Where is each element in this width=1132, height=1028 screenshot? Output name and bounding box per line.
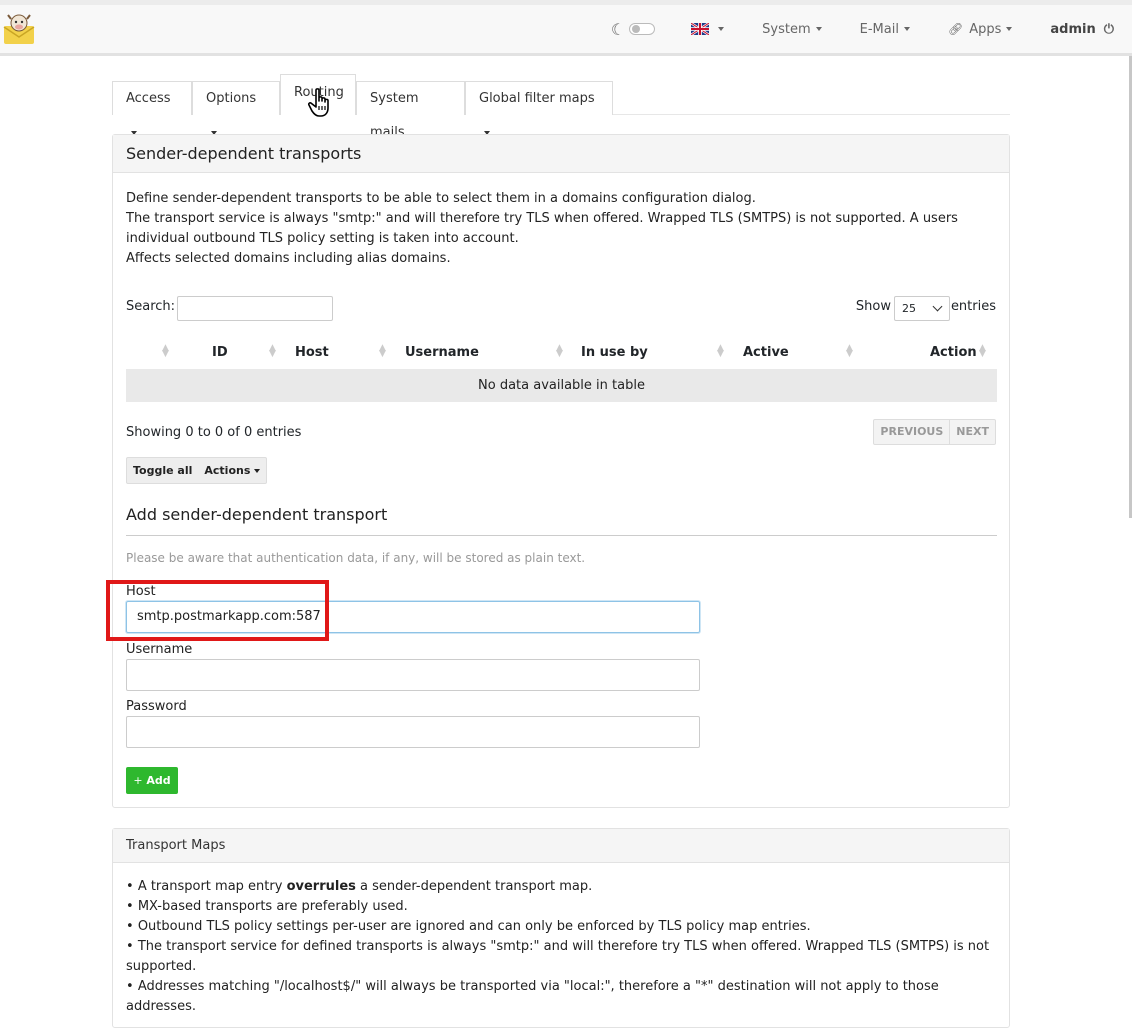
caret-down-icon: [1006, 27, 1013, 31]
page-size-value: 25: [902, 302, 916, 315]
list-item-text: The transport service for defined transp…: [126, 939, 990, 974]
list-item-text: Outbound TLS policy settings per-user ar…: [137, 919, 811, 934]
description-line: The transport service is always "smtp:" …: [126, 211, 958, 246]
page-size-select[interactable]: 25: [894, 296, 950, 321]
sort-icon[interactable]: ▲ ▼: [717, 344, 724, 359]
nav-email-label: E-Mail: [859, 21, 899, 37]
uk-flag-icon: [691, 23, 710, 35]
list-item: • A transport map entry overrules a send…: [126, 879, 593, 894]
entries-label: entries: [950, 299, 996, 314]
description-line: Affects selected domains including alias…: [126, 251, 451, 266]
tab-options[interactable]: Options: [192, 81, 280, 135]
nav-apps-label: Apps: [969, 21, 1002, 37]
hand-cursor-icon: [307, 88, 329, 117]
panel-description: Define sender-dependent transports to be…: [126, 189, 996, 269]
panel-title: Transport Maps: [113, 829, 1009, 863]
caret-down-icon: [254, 469, 261, 473]
list-item: • The transport service for defined tran…: [126, 939, 990, 974]
list-item-text: A transport map entry: [137, 879, 287, 894]
actions-dropdown[interactable]: Actions: [198, 458, 266, 483]
next-button[interactable]: NEXT: [949, 420, 995, 444]
transport-maps-panel: Transport Maps • A transport map entry o…: [112, 828, 1010, 1028]
username-input[interactable]: [126, 659, 700, 691]
toggle-switch[interactable]: [629, 23, 656, 35]
sort-icon[interactable]: ▲ ▼: [556, 344, 563, 359]
toggle-all-button[interactable]: Toggle all: [127, 458, 198, 483]
host-highlight-box: [106, 580, 329, 641]
column-active[interactable]: Active: [743, 345, 789, 360]
password-label: Password: [126, 699, 187, 714]
dark-mode-toggle[interactable]: ☾: [610, 19, 656, 39]
column-host[interactable]: Host: [295, 345, 329, 360]
link-icon: 🔗︎: [947, 22, 964, 36]
table-header: ▲ ▼ ID ▲ ▼ Host ▲ ▼ Username ▲ ▼ In use by ▲…: [126, 335, 997, 369]
add-button[interactable]: + Add: [126, 767, 178, 794]
bulk-actions: Toggle all Actions: [126, 457, 268, 484]
transport-maps-notes: • A transport map entry overrules a send…: [126, 877, 996, 1017]
nav-email-menu[interactable]: E-Mail: [860, 22, 910, 37]
tab-system-mails-label: System mails: [370, 91, 419, 140]
sender-dependent-transports-panel: Sender-dependent transports Define sende…: [112, 134, 1010, 808]
search-input[interactable]: [177, 296, 333, 321]
password-input[interactable]: [126, 716, 700, 748]
list-item-text: MX-based transports are preferably used.: [137, 899, 408, 914]
caret-down-icon: [718, 27, 725, 31]
list-item: • Outbound TLS policy settings per-user …: [126, 919, 811, 934]
actions-label: Actions: [204, 464, 251, 477]
tab-options-label: Options: [206, 91, 257, 106]
power-icon[interactable]: ⏻: [1104, 22, 1114, 37]
top-navbar: ☾ System E-Mail 🔗︎ Apps admin ⏻: [0, 0, 1132, 56]
username: admin: [1050, 21, 1096, 37]
tab-global-filter-maps[interactable]: Global filter maps: [465, 81, 613, 135]
list-item: • MX-based transports are preferably use…: [126, 899, 408, 914]
moon-icon: ☾: [610, 19, 626, 39]
column-in-use-by[interactable]: In use by: [581, 345, 648, 360]
column-username[interactable]: Username: [405, 345, 479, 360]
table-info: Showing 0 to 0 of 0 entries: [126, 425, 302, 440]
mailcow-logo[interactable]: [2, 12, 36, 46]
plus-icon: +: [133, 774, 143, 787]
tab-system-mails[interactable]: System mails: [356, 81, 465, 140]
previous-button[interactable]: PREVIOUS: [874, 420, 949, 444]
list-item-emphasis: overrules: [286, 879, 356, 894]
language-menu[interactable]: [691, 23, 725, 35]
auth-note: Please be aware that authentication data…: [126, 551, 586, 565]
list-item-text: a sender-dependent transport map.: [355, 879, 593, 894]
caret-down-icon: [815, 27, 822, 31]
nav-system-label: System: [762, 21, 811, 37]
tab-access-label: Access: [126, 91, 171, 106]
add-transport-heading: Add sender-dependent transport: [126, 505, 997, 536]
transports-table: ▲ ▼ ID ▲ ▼ Host ▲ ▼ Username ▲ ▼ In use by ▲…: [126, 335, 997, 402]
list-item: • Addresses matching "/localhost$/" will…: [126, 979, 939, 1014]
description-line: Define sender-dependent transports to be…: [126, 191, 756, 206]
tab-global-filter-maps-label: Global filter maps: [479, 91, 595, 106]
add-button-label: Add: [146, 774, 171, 787]
nav-system-menu[interactable]: System: [762, 21, 822, 37]
user-menu[interactable]: admin ⏻: [1050, 22, 1114, 37]
sort-icon[interactable]: ▲ ▼: [379, 344, 386, 359]
chevron-down-icon: [932, 301, 943, 312]
panel-title: Sender-dependent transports: [113, 135, 1009, 173]
search-label: Search:: [126, 299, 176, 314]
username-label: Username: [126, 642, 193, 657]
list-item-text: Addresses matching "/localhost$/" will a…: [126, 979, 939, 1014]
caret-down-icon: [903, 27, 910, 31]
column-id[interactable]: ID: [212, 345, 228, 360]
tab-access[interactable]: Access: [112, 81, 192, 135]
nav-apps-menu[interactable]: 🔗︎ Apps: [947, 21, 1013, 37]
show-label: Show: [855, 299, 891, 314]
column-action[interactable]: Action: [930, 345, 977, 360]
sort-icon[interactable]: ▲ ▼: [979, 344, 986, 359]
sort-icon[interactable]: ▲ ▼: [269, 344, 276, 359]
pagination: PREVIOUS NEXT: [873, 419, 996, 445]
routing-tabs: Access Options Routing System mails Glob…: [112, 74, 1010, 140]
sort-icon[interactable]: ▲ ▼: [162, 344, 169, 359]
sort-icon[interactable]: ▲ ▼: [846, 344, 853, 359]
empty-table-message: No data available in table: [126, 369, 997, 402]
